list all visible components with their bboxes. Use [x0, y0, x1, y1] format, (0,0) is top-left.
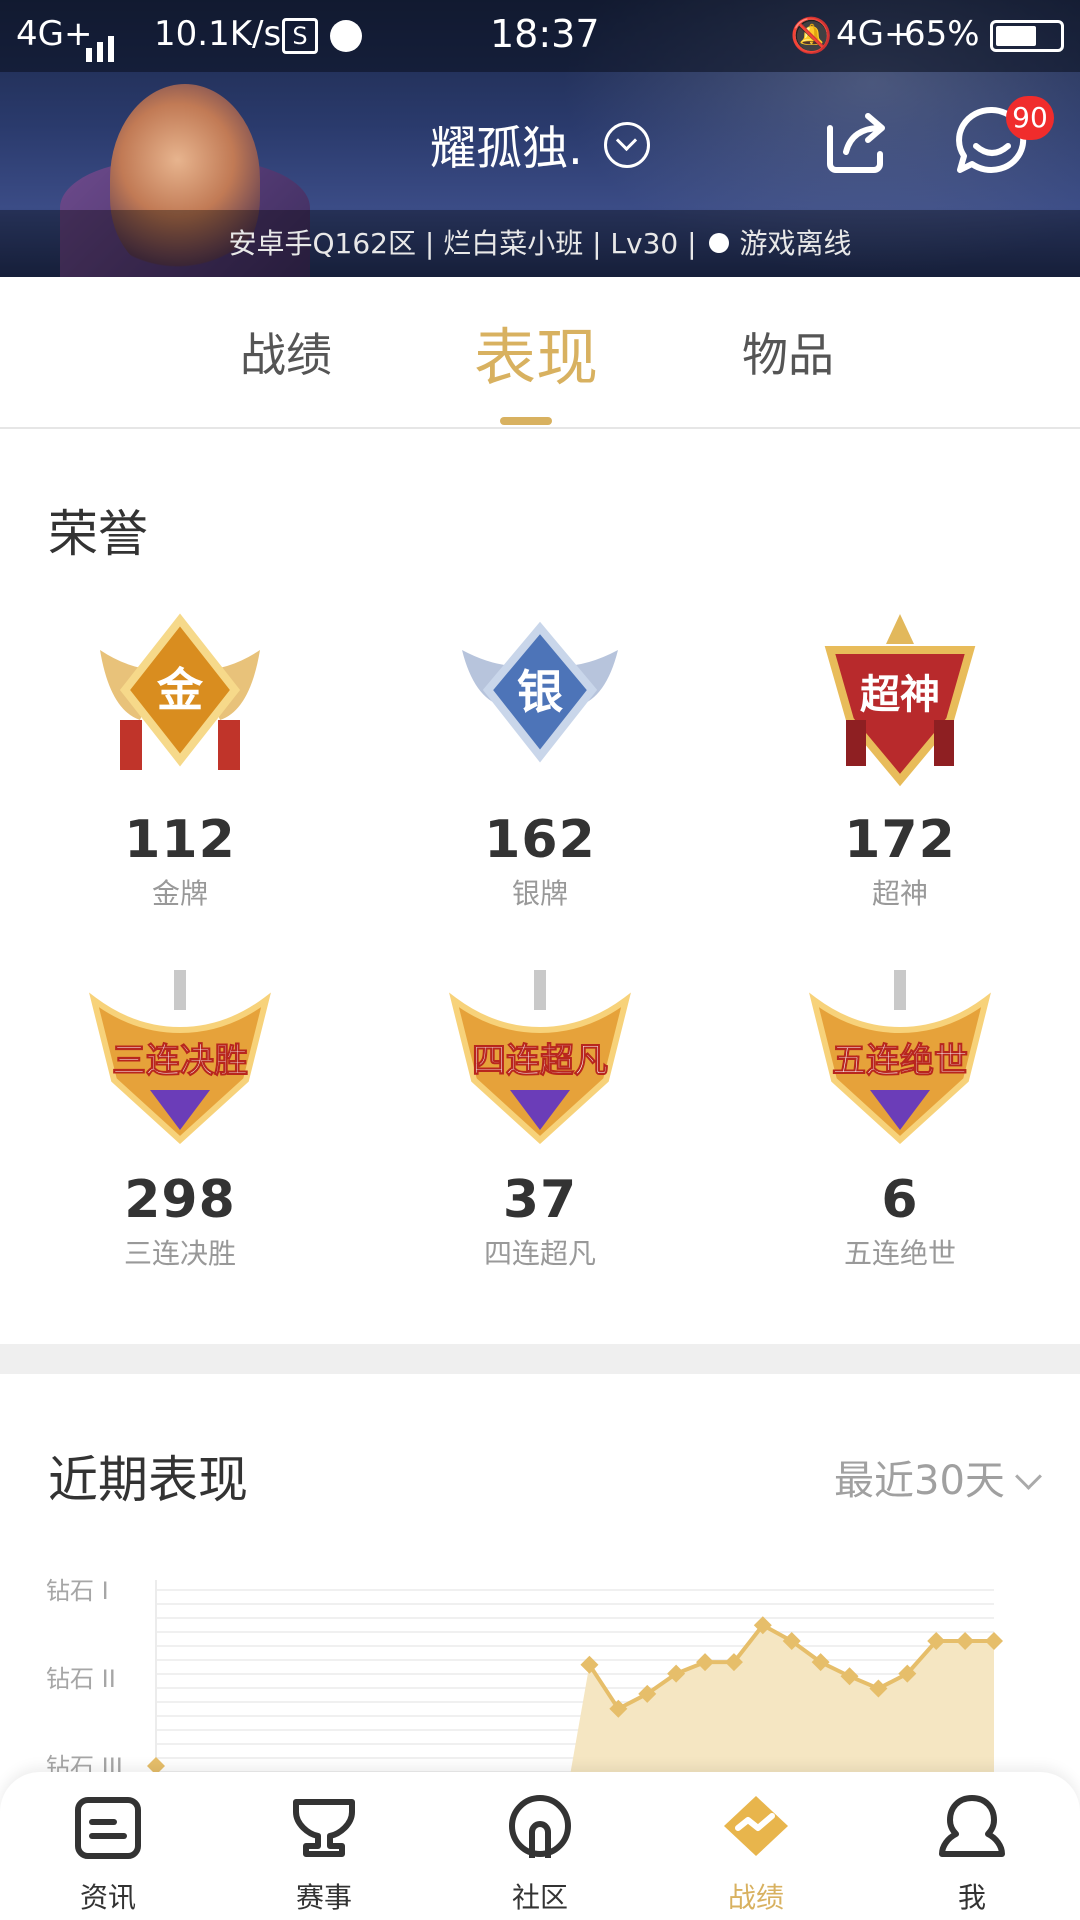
- godlike-medal-icon: 超神: [824, 614, 976, 787]
- quadra-kill-badge-text: 四连超凡: [472, 1041, 608, 1081]
- network-type: 4G+: [16, 14, 93, 54]
- player-name-row[interactable]: 耀孤独.: [0, 112, 1080, 178]
- medal-label: 超神: [871, 877, 928, 910]
- medal-count: 37: [502, 1170, 578, 1230]
- chevron-down-icon[interactable]: [603, 122, 650, 168]
- nav-label: 资讯: [79, 1881, 136, 1914]
- penta-kill-medal-icon: 五连绝世: [809, 970, 991, 1145]
- triple-kill-medal-icon: 三连决胜: [89, 970, 271, 1145]
- recent-title: 近期表现: [48, 1451, 248, 1509]
- medal-count: 112: [124, 810, 236, 870]
- nav-label: 赛事: [295, 1881, 352, 1914]
- medal-triple-kill[interactable]: 三连决胜 298 三连决胜: [0, 970, 360, 1272]
- active-tab-indicator: [500, 417, 552, 425]
- tab-bar: 战绩 表现 物品: [0, 277, 1080, 429]
- nav-news[interactable]: 资讯: [38, 1792, 178, 1916]
- nav-events[interactable]: 赛事: [254, 1792, 394, 1916]
- y-tick-label: 钻石 II: [46, 1665, 116, 1693]
- medal-label: 银牌: [511, 877, 568, 910]
- nav-label: 战绩: [727, 1881, 784, 1914]
- medal-quadra-kill[interactable]: 四连超凡 37 四连超凡: [360, 970, 720, 1272]
- tab-items[interactable]: 物品: [742, 319, 834, 385]
- news-icon: [75, 1797, 141, 1859]
- server-info-bar: 安卓手Q162区 | 烂白菜小班 | Lv30 | 游戏离线: [0, 210, 1080, 277]
- profile-icon: [939, 1795, 1005, 1857]
- tab-record[interactable]: 战绩: [240, 319, 332, 385]
- gold-badge-text: 金: [156, 663, 204, 717]
- medal-label: 五连绝世: [843, 1237, 956, 1270]
- clock: 18:37: [490, 12, 600, 56]
- mute-bell-icon: 🔕: [790, 16, 833, 56]
- network-speed: 10.1K/s: [154, 14, 282, 54]
- triple-kill-badge-text: 三连决胜: [112, 1041, 248, 1081]
- battery-percent: 65%: [904, 14, 980, 54]
- godlike-badge-text: 超神: [860, 672, 940, 718]
- medal-godlike[interactable]: 超神 172 超神: [720, 610, 1080, 912]
- y-tick-label: 钻石 I: [46, 1577, 109, 1605]
- message-count-badge: 90: [1006, 96, 1054, 140]
- network-type-right: 4G+: [836, 14, 913, 54]
- nav-stats[interactable]: 战绩: [686, 1792, 826, 1916]
- medal-count: 298: [124, 1170, 236, 1230]
- medal-gold[interactable]: 金 112 金牌: [0, 610, 360, 912]
- medal-label: 四连超凡: [483, 1237, 596, 1270]
- trophy-icon: [293, 1799, 355, 1857]
- honor-title: 荣誉: [48, 505, 148, 563]
- online-status: 游戏离线: [739, 227, 852, 260]
- battery-icon: [990, 20, 1064, 52]
- tab-performance[interactable]: 表现: [474, 307, 598, 397]
- silver-medal-icon: 银: [462, 621, 618, 763]
- medal-label: 三连决胜: [123, 1237, 236, 1270]
- medal-count: 6: [881, 1170, 919, 1230]
- medal-count: 172: [844, 810, 956, 870]
- stats-icon: [724, 1796, 788, 1856]
- rank-trend-chart: 钻石 I钻石 II钻石 III: [46, 1577, 1003, 1790]
- share-icon[interactable]: [822, 112, 888, 174]
- nav-label: 我: [957, 1881, 986, 1914]
- offline-dot-icon: [709, 233, 730, 253]
- medal-label: 金牌: [151, 877, 208, 910]
- nav-label: 社区: [511, 1881, 568, 1914]
- browser-icon: [330, 20, 362, 52]
- signal-icon: [86, 22, 119, 62]
- bottom-nav: 资讯 赛事 社区 战绩 我: [0, 1772, 1080, 1920]
- gold-medal-icon: 金: [100, 613, 260, 770]
- medal-penta-kill[interactable]: 五连绝世 6 五连绝世: [720, 970, 1080, 1272]
- quadra-kill-medal-icon: 四连超凡: [449, 970, 631, 1145]
- silver-badge-text: 银: [517, 665, 563, 719]
- profile-header: 4G+ 10.1K/s S 18:37 🔕 4G+ 65% 耀孤独. 90 安卓…: [0, 0, 1080, 277]
- status-bar: 4G+ 10.1K/s S 18:37 🔕 4G+ 65%: [0, 0, 1080, 72]
- nav-profile[interactable]: 我: [902, 1792, 1042, 1916]
- app-s-icon: S: [282, 18, 318, 54]
- medal-count: 162: [484, 810, 596, 870]
- player-name: 耀孤独.: [430, 121, 583, 175]
- chevron-down-icon: [1014, 1463, 1042, 1490]
- nav-community[interactable]: 社区: [470, 1792, 610, 1916]
- medal-silver[interactable]: 银 162 银牌: [360, 610, 720, 912]
- range-value: 最近30天: [834, 1458, 1005, 1504]
- community-icon: [509, 1795, 571, 1858]
- section-divider: [0, 1344, 1080, 1374]
- range-dropdown[interactable]: 最近30天: [834, 1448, 1042, 1506]
- penta-kill-badge-text: 五连绝世: [832, 1041, 968, 1081]
- server-info: 安卓手Q162区 | 烂白菜小班 | Lv30 |: [228, 227, 697, 260]
